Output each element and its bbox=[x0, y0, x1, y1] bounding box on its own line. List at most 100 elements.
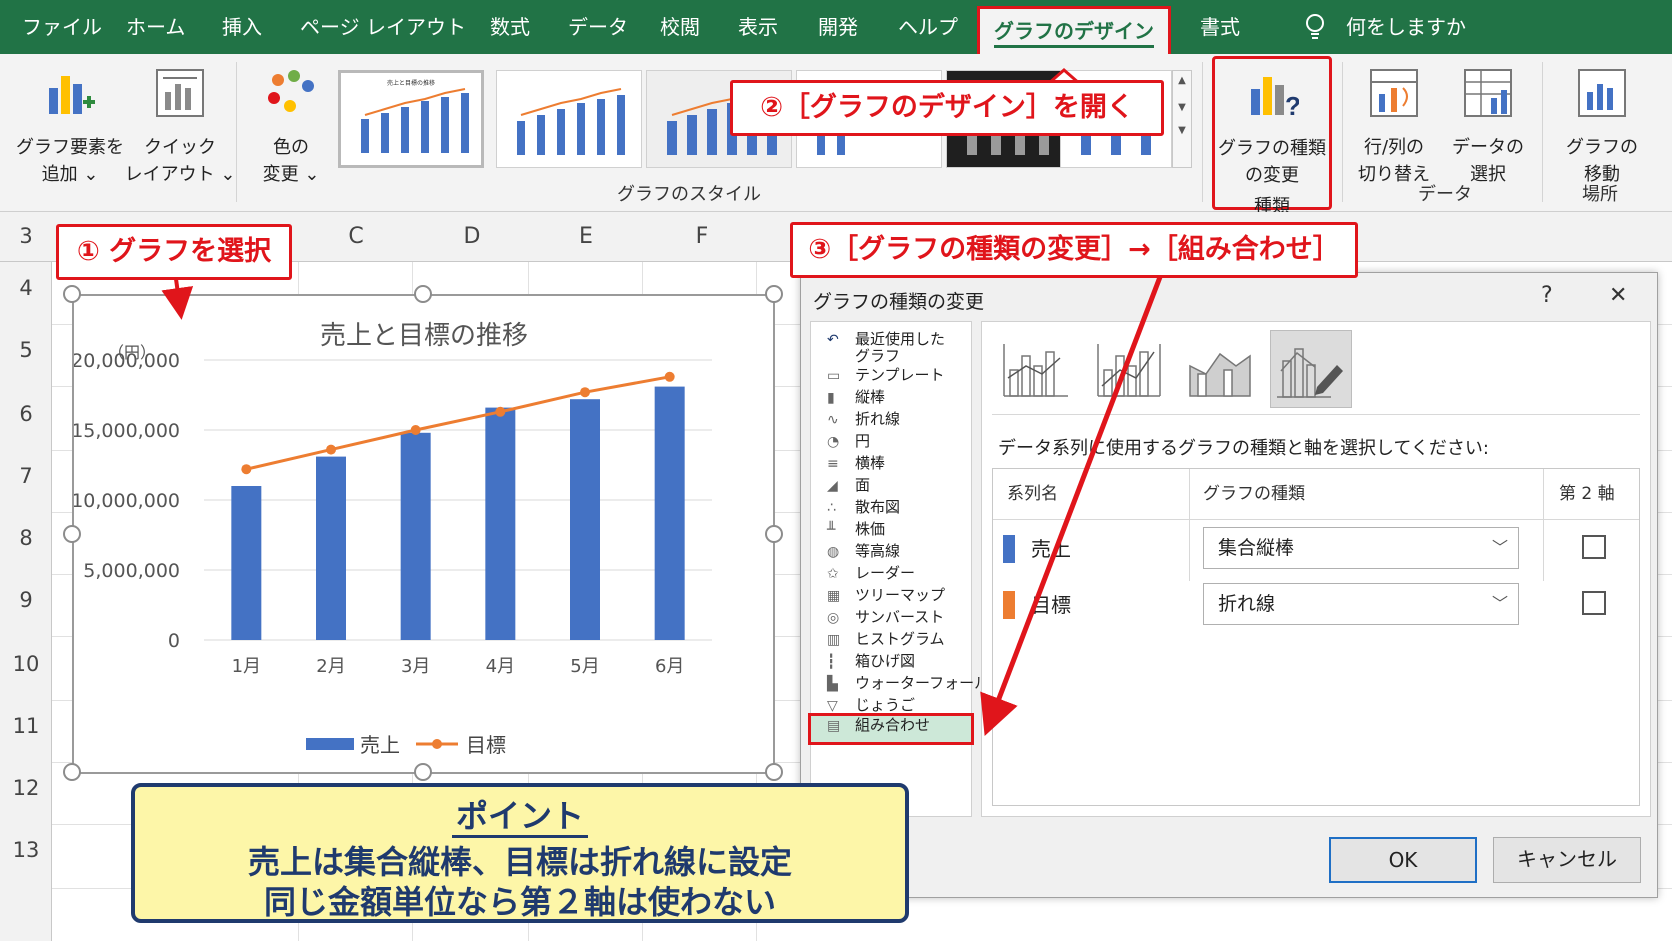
resize-handle-w[interactable] bbox=[63, 525, 81, 543]
chart-category-item-14[interactable]: ┇ 箱ひげ図 bbox=[811, 652, 971, 674]
secondary-axis-checkbox-target[interactable] bbox=[1582, 591, 1606, 615]
chart-category-item-3[interactable]: ∿ 折れ線 bbox=[811, 410, 971, 432]
secondary-axis-checkbox-sales[interactable] bbox=[1582, 535, 1606, 559]
tab-data[interactable]: データ bbox=[568, 0, 628, 54]
combo-type-clustered-line-secondary[interactable] bbox=[1090, 330, 1172, 408]
chart-category-item-2[interactable]: ▮ 縦棒 bbox=[811, 388, 971, 410]
quick-layout-button[interactable]: クイック レイアウト ⌄ bbox=[124, 66, 236, 188]
chart-category-item-7[interactable]: ∴ 散布図 bbox=[811, 498, 971, 520]
chart-style-thumb-2[interactable] bbox=[496, 70, 642, 168]
style-gallery-scroll[interactable]: ▲ ▼ ▼ bbox=[1172, 70, 1192, 168]
chevron-up-icon[interactable]: ▲ bbox=[1173, 75, 1191, 86]
row-header-8[interactable]: 8 bbox=[0, 526, 52, 550]
tab-review[interactable]: 校閲 bbox=[660, 0, 700, 54]
chart-type-select-target[interactable]: 折れ線 ﹀ bbox=[1203, 583, 1519, 625]
group-separator bbox=[1202, 62, 1203, 202]
move-chart-button[interactable]: グラフの 移動 bbox=[1554, 66, 1650, 188]
chart-category-item-12[interactable]: ◎ サンバースト bbox=[811, 608, 971, 630]
row-header-4[interactable]: 4 bbox=[0, 276, 52, 300]
add-chart-element-button[interactable]: グラフ要素を 追加 ⌄ bbox=[14, 66, 126, 188]
change-colors-button[interactable]: 色の 変更 ⌄ bbox=[250, 66, 332, 188]
row-header-7[interactable]: 7 bbox=[0, 464, 52, 488]
row-header-6[interactable]: 6 bbox=[0, 402, 52, 426]
select-data-button[interactable]: データの 選択 bbox=[1446, 66, 1530, 188]
resize-handle-se[interactable] bbox=[765, 763, 783, 781]
chart-category-item-13[interactable]: ▥ ヒストグラム bbox=[811, 630, 971, 652]
chart-category-item-1[interactable]: ▭ テンプレート bbox=[811, 366, 971, 388]
column-header-f[interactable]: F bbox=[672, 212, 732, 262]
chart-category-label: 株価 bbox=[855, 520, 886, 538]
cancel-button[interactable]: キャンセル bbox=[1493, 837, 1641, 883]
resize-handle-s[interactable] bbox=[414, 763, 432, 781]
tell-me-search[interactable]: 何をしますか bbox=[1346, 0, 1466, 54]
close-icon[interactable]: ✕ bbox=[1609, 283, 1627, 308]
chart-category-item-17[interactable]: ▤ 組み合わせ bbox=[808, 713, 974, 745]
tab-insert[interactable]: 挿入 bbox=[222, 0, 262, 54]
ok-button[interactable]: OK bbox=[1329, 837, 1477, 883]
combo-type-custom[interactable] bbox=[1270, 330, 1352, 408]
chart-category-item-10[interactable]: ✩ レーダー bbox=[811, 564, 971, 586]
chevron-down-icon[interactable]: ﹀ bbox=[1492, 528, 1508, 568]
chevron-down-icon[interactable]: ﹀ bbox=[1492, 584, 1508, 624]
chart-category-icon: ▤ bbox=[827, 718, 841, 734]
row-header-bar: 4 5 6 7 8 9 10 11 12 13 bbox=[0, 262, 52, 941]
gallery-more-icon[interactable]: ▼ bbox=[1173, 125, 1191, 136]
row-header-5[interactable]: 5 bbox=[0, 338, 52, 362]
tab-view[interactable]: 表示 bbox=[738, 0, 778, 54]
resize-handle-n[interactable] bbox=[414, 285, 432, 303]
tab-page-layout[interactable]: ページ レイアウト bbox=[300, 0, 466, 54]
change-chart-type-button[interactable]: ? グラフの種類 の変更 種類 bbox=[1212, 56, 1332, 217]
select-data-label-1: データの bbox=[1452, 137, 1524, 158]
chart-category-item-8[interactable]: ╨ 株価 bbox=[811, 520, 971, 542]
row-header-9[interactable]: 9 bbox=[0, 588, 52, 612]
resize-handle-nw[interactable] bbox=[63, 285, 81, 303]
chart-category-item-11[interactable]: ▦ ツリーマップ bbox=[811, 586, 971, 608]
column-header-e[interactable]: E bbox=[556, 212, 616, 262]
row-header-10[interactable]: 10 bbox=[0, 652, 52, 676]
tab-home[interactable]: ホーム bbox=[126, 0, 185, 54]
tab-formulas[interactable]: 数式 bbox=[490, 0, 530, 54]
combo-type-clustered-line[interactable] bbox=[996, 330, 1078, 408]
tab-developer[interactable]: 開発 bbox=[818, 0, 858, 54]
chevron-down-icon[interactable]: ▼ bbox=[1173, 102, 1191, 113]
column-header-d[interactable]: D bbox=[442, 212, 502, 262]
chart-object[interactable]: 売上と目標の推移 （円） 20,000,000 15,000,000 10,000,… bbox=[63, 285, 783, 781]
x-tick-label: 6月 bbox=[655, 656, 684, 677]
chart-title: 売上と目標の推移 bbox=[320, 321, 528, 351]
series-table: 系列名 グラフの種類 第 2 軸 売上 集合縦棒 ﹀ 目標 折れ線 ﹀ bbox=[992, 468, 1640, 806]
chart-category-item-5[interactable]: ≡ 横棒 bbox=[811, 454, 971, 476]
row-header-12[interactable]: 12 bbox=[0, 776, 52, 800]
tab-chart-design[interactable]: グラフのデザイン bbox=[977, 6, 1171, 54]
chart-category-item-15[interactable]: ▙ ウォーターフォール bbox=[811, 674, 989, 696]
row-header-3[interactable]: 3 bbox=[0, 224, 52, 248]
resize-handle-ne[interactable] bbox=[765, 285, 783, 303]
y-tick-label: 20,000,000 bbox=[74, 350, 180, 372]
header-divider bbox=[993, 519, 1639, 520]
switch-row-column-button[interactable]: 行/列の 切り替え bbox=[1352, 66, 1436, 188]
resize-handle-sw[interactable] bbox=[63, 763, 81, 781]
tab-file[interactable]: ファイル bbox=[22, 0, 102, 54]
series-swatch-target bbox=[1003, 591, 1015, 619]
combo-type-stacked-area[interactable] bbox=[1180, 330, 1262, 408]
point-title-text: ポイント bbox=[451, 797, 588, 838]
chart-category-item-9[interactable]: ◍ 等高線 bbox=[811, 542, 971, 564]
chart-type-select-sales[interactable]: 集合縦棒 ﹀ bbox=[1203, 527, 1519, 569]
lightbulb-icon[interactable] bbox=[1300, 0, 1332, 54]
chart-category-item-16[interactable]: ▽ じょうご bbox=[811, 696, 971, 718]
instruction-text: データ系列に使用するグラフの種類と軸を選択してください: bbox=[998, 438, 1489, 459]
help-icon[interactable]: ? bbox=[1541, 283, 1553, 308]
add-chart-element-icon bbox=[49, 76, 95, 114]
tab-format[interactable]: 書式 bbox=[1200, 0, 1240, 54]
column-header-c[interactable]: C bbox=[326, 212, 386, 262]
tab-help[interactable]: ヘルプ bbox=[898, 0, 958, 54]
chart-style-thumb-1[interactable]: 売上と目標の推移 bbox=[338, 70, 484, 168]
chart-category-item-4[interactable]: ◔ 円 bbox=[811, 432, 971, 454]
bar-sales-5 bbox=[570, 399, 600, 640]
row-header-13[interactable]: 13 bbox=[0, 838, 52, 862]
chart-category-icon: ✩ bbox=[827, 566, 839, 582]
row-header-11[interactable]: 11 bbox=[0, 714, 52, 738]
chart-category-item-0[interactable]: ↶ 最近使用した グラフ bbox=[811, 330, 971, 366]
resize-handle-e[interactable] bbox=[765, 525, 783, 543]
chart-category-item-6[interactable]: ◢ 面 bbox=[811, 476, 971, 498]
switch-row-column-icon bbox=[1370, 69, 1418, 117]
